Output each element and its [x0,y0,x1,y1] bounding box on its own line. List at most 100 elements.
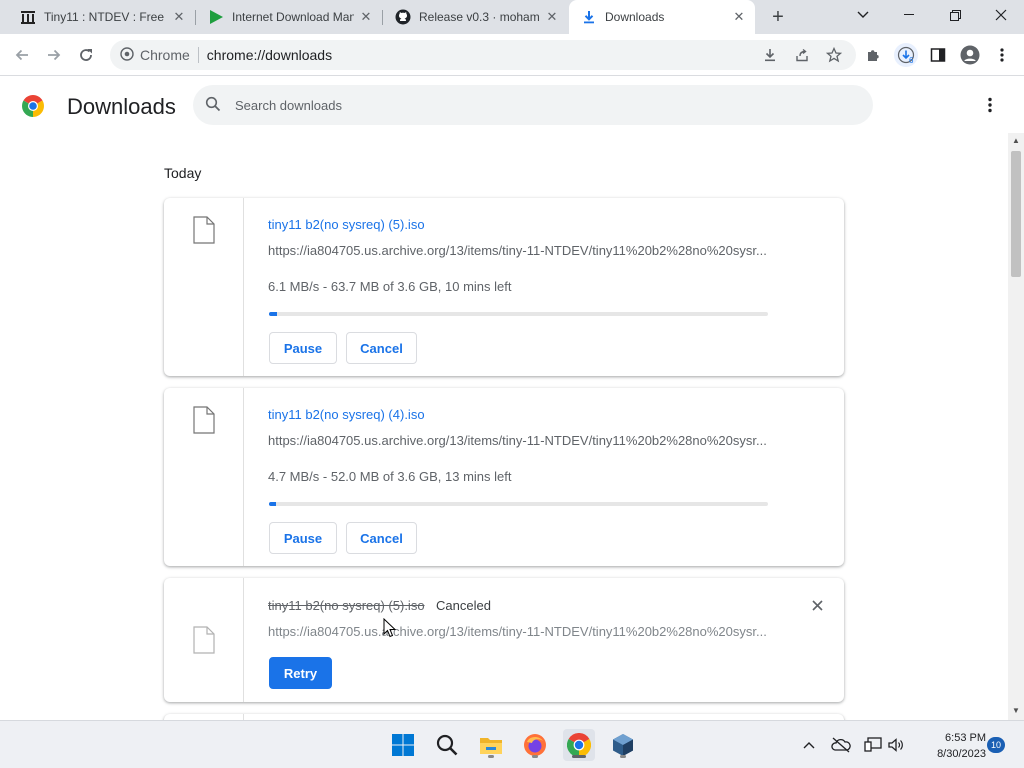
download-item: tiny11 b2(no sysreq) (5).iso https://ia8… [164,198,844,376]
download-status: 6.1 MB/s - 63.7 MB of 3.6 GB, 10 mins le… [268,279,512,294]
clock-time: 6:53 PM [945,732,986,744]
downloads-list: Today tiny11 b2(no sysreq) (5).iso https… [0,133,1008,720]
scrollbar-thumb[interactable] [1011,151,1021,277]
page-title: Downloads [67,94,176,119]
close-icon[interactable]: ✕ [358,9,374,25]
tab-github-release[interactable]: Release v0.3 · mohame ✕ [383,0,568,34]
file-name-link[interactable]: tiny11 b2(no sysreq) (4).iso [268,407,425,422]
share-icon[interactable] [790,43,814,67]
notification-count-badge[interactable]: 10 [987,737,1005,753]
running-indicator [488,755,494,758]
search-box[interactable] [193,85,873,125]
search-icon[interactable] [431,729,463,761]
download-page-icon[interactable] [758,43,782,67]
browser-toolbar: Chrome chrome://downloads 6 [0,34,1024,76]
file-url[interactable]: https://ia804705.us.archive.org/13/items… [268,433,768,448]
windows-taskbar: 6:53 PM 8/30/2023 10 [0,720,1024,768]
chrome-logo-icon [22,95,44,117]
github-icon [395,9,411,25]
forward-button[interactable] [42,43,66,67]
page-scrollbar[interactable]: ▲ ▼ [1008,133,1024,720]
download-item: tiny11 b2(no sysreq) (4).iso https://ia8… [164,388,844,566]
tab-title: Release v0.3 · mohame [419,10,540,24]
firefox-icon[interactable] [519,729,551,761]
remove-from-list-close-icon[interactable] [807,595,827,615]
close-icon[interactable]: ✕ [171,9,187,25]
file-icon-column [164,578,244,702]
search-input[interactable] [235,97,795,113]
onedrive-offline-icon[interactable] [831,735,851,755]
file-explorer-icon[interactable] [475,729,507,761]
scroll-up-arrow-icon[interactable]: ▲ [1012,136,1020,145]
date-group-label: Today [164,165,202,181]
chrome-icon[interactable] [563,729,595,761]
downloads-toolbar-icon[interactable]: 6 [894,43,918,67]
mouse-cursor-icon [383,618,397,638]
file-icon-column [164,388,244,566]
more-actions-icon[interactable] [980,95,1000,115]
retry-button[interactable]: Retry [269,657,332,689]
progress-fill [269,312,278,316]
pause-button[interactable]: Pause [269,332,337,364]
file-url[interactable]: https://ia804705.us.archive.org/13/items… [268,624,768,639]
url-text: chrome://downloads [206,47,333,63]
restore-button[interactable] [932,0,978,30]
idm-play-icon [208,9,224,25]
network-icon[interactable] [863,735,883,755]
progress-bar [269,312,768,316]
bookmark-star-icon[interactable] [822,43,846,67]
downloads-header: Downloads [0,77,1024,133]
chrome-menu-icon[interactable] [990,43,1014,67]
side-panel-icon[interactable] [926,43,950,67]
file-icon [193,406,215,434]
running-indicator [532,755,538,758]
tab-idm[interactable]: Internet Download Man ✕ [196,0,382,34]
virtualbox-icon[interactable] [607,729,639,761]
close-icon[interactable]: ✕ [544,9,560,25]
file-name-strikethrough: tiny11 b2(no sysreq) (5).iso [268,598,425,613]
file-name-link[interactable]: tiny11 b2(no sysreq) (5).iso [268,217,425,232]
chrome-site-icon [120,46,134,64]
tab-title: Downloads [605,10,665,24]
download-status: 4.7 MB/s - 52.0 MB of 3.6 GB, 13 mins le… [268,469,512,484]
address-separator [197,47,199,63]
pause-button[interactable]: Pause [269,522,337,554]
canceled-label: Canceled [436,598,491,613]
scroll-down-arrow-icon[interactable]: ▼ [1012,706,1020,715]
search-icon [205,96,221,115]
tab-title: Tiny11 : NTDEV : Free D [44,10,167,24]
downloads-badge: 6 [909,56,914,65]
file-icon [193,626,215,654]
tab-tiny11-archive[interactable]: Tiny11 : NTDEV : Free D ✕ [8,0,195,34]
address-bar[interactable]: Chrome chrome://downloads [110,40,856,70]
progress-fill [269,502,276,506]
tab-strip: Tiny11 : NTDEV : Free D ✕ Internet Downl… [0,0,1024,34]
show-hidden-icons-chevron-icon[interactable] [799,735,819,755]
new-tab-button[interactable]: + [766,5,790,29]
close-window-button[interactable] [978,0,1024,30]
running-indicator [572,755,586,758]
back-button[interactable] [10,43,34,67]
minimize-button[interactable] [886,0,932,30]
file-icon-column [164,198,244,376]
progress-bar [269,502,768,506]
running-indicator [620,755,626,758]
extensions-puzzle-icon[interactable] [862,43,886,67]
windows-start-icon[interactable] [387,729,419,761]
reload-button[interactable] [74,43,98,67]
volume-icon[interactable] [886,735,906,755]
profile-avatar-icon[interactable] [958,43,982,67]
site-label: Chrome [140,47,190,63]
cancel-button[interactable]: Cancel [346,522,417,554]
tab-title: Internet Download Man [232,10,354,24]
download-icon [581,9,597,25]
archive-icon [20,9,36,25]
download-item-canceled: tiny11 b2(no sysreq) (5).iso Canceled ht… [164,578,844,702]
taskbar-clock[interactable]: 6:53 PM 8/30/2023 [916,730,986,762]
cancel-button[interactable]: Cancel [346,332,417,364]
tab-downloads[interactable]: Downloads ✕ [569,0,755,34]
tab-search-chevron-icon[interactable] [840,0,886,30]
close-icon[interactable]: ✕ [731,9,747,25]
clock-date: 8/30/2023 [937,748,986,760]
file-url[interactable]: https://ia804705.us.archive.org/13/items… [268,243,768,258]
